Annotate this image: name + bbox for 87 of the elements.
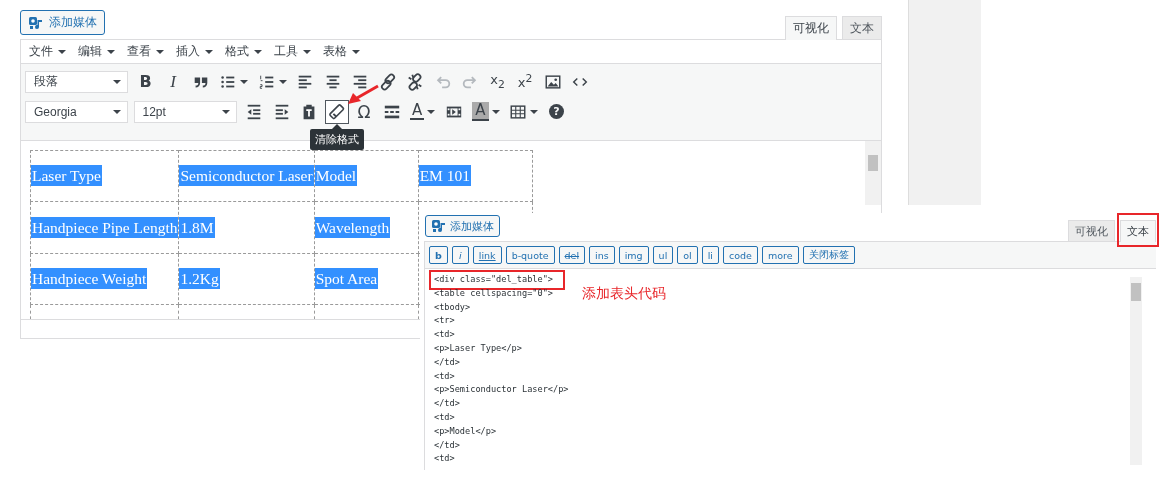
scrollbar-thumb[interactable] [868,155,878,171]
code-line: </td> [434,356,460,367]
code-line: <td> [434,329,455,340]
quicktag-button[interactable]: i [451,246,469,264]
dropdown[interactable]: Georgia [25,100,128,123]
code-line: </td> [434,439,460,450]
dropdown[interactable]: 12pt [133,100,237,123]
special-char-button[interactable]: Ω [352,99,376,124]
quicktag-button[interactable]: b [429,246,448,264]
menu-item[interactable]: 插入 [172,40,217,63]
scrollbar-thumb[interactable] [1131,283,1141,301]
scrollbar[interactable] [1130,277,1142,465]
code-textarea[interactable]: <div class="del_table"> <table cellspacing="0"> <tbody> <tr> <td> <p>Laser Type</p> </td> <td> <p>Semiconductor Laser</p> </td> <td> <p>Model</p> </td> <td> 添加表头代码 [425,269,1156,470]
background-color-button[interactable]: A [469,99,503,124]
caret-icon [113,108,121,115]
quicktag-button[interactable]: code [723,246,758,264]
quicktag-button[interactable]: 关闭标签 [802,246,855,264]
table-cell-text: Handpiece Weight [31,268,148,289]
code-line: <td> [434,453,455,464]
caret-icon [107,48,115,55]
code-line: <td> [434,370,455,381]
editor-tab[interactable]: 文本 [1120,220,1156,242]
table-cell-text: Laser Type [31,165,102,186]
table-cell-text: 1.2Kg [179,268,220,289]
image-icon [543,72,562,91]
code-line: <tr> [434,315,455,326]
caret-icon [254,48,262,55]
quicktag-button[interactable]: b-quote [505,246,555,264]
menu-item[interactable]: 查看 [123,40,168,63]
bold-button[interactable]: B [133,69,158,94]
caret-icon [205,48,213,55]
quicktag-button[interactable]: ul [652,246,674,264]
unlink-icon [406,72,424,91]
caret-icon [221,108,230,115]
quicktag-button[interactable]: link [472,246,502,264]
quicktag-button[interactable]: img [618,246,649,264]
outdent-icon [245,102,263,121]
code-line: <div class="del_table"> [434,274,553,284]
caret-icon [303,48,311,55]
caret-icon [113,78,121,85]
table-cell-text: Wavelength [314,216,391,238]
italic-button[interactable]: I [161,69,185,94]
table-cell-text: Semiconductor Laser [179,165,314,186]
clear-formatting-button[interactable] [324,99,349,124]
caret-icon [58,48,66,55]
quicktag-button[interactable]: del [558,246,586,264]
caret-icon [156,48,164,55]
media-icon [28,14,44,31]
quicktag-button[interactable]: ol [677,246,698,264]
text-color-button[interactable]: A [407,99,439,124]
quicktag-button[interactable]: li [701,246,719,264]
subscript-button[interactable]: x$_{2}$ [485,69,510,94]
menu-item[interactable]: 编辑 [74,40,119,63]
table-cell-text: Model [314,165,358,186]
menu-item[interactable]: 文件 [25,40,70,63]
editor-tab[interactable]: 文本 [842,16,882,39]
table-cell-text: Spot Area [314,268,379,289]
code-line: <p>Laser Type</p> [434,343,522,353]
quicktag-button[interactable]: more [761,246,799,264]
code-line: <td> [434,411,455,422]
link-icon [378,72,397,91]
menu-item[interactable]: 格式 [221,40,266,63]
eraser-icon [327,102,346,121]
table-icon [509,102,528,121]
table-cell-text: EM 101 [418,165,471,186]
table-cell-text: Handpiece Pipe Length [31,216,179,238]
caret-icon [352,48,360,55]
help-button[interactable]: ? [544,99,569,124]
dropdown[interactable]: 段落 [25,70,128,93]
code-line: <tbody> [434,301,471,312]
superscript-button[interactable]: x$^{2}$ [513,69,537,94]
table-cell-text: 1.8M [179,216,215,238]
add-media-button[interactable]: 添加媒体 [20,10,105,35]
code-line: </td> [434,398,460,409]
annotation-text: 添加表头代码 [582,285,666,303]
media-icon [431,218,447,234]
quicktag-button[interactable]: ins [589,246,615,264]
scrollbar[interactable] [865,141,881,205]
menu-item[interactable]: 表格 [319,40,364,63]
arrow-annotation [348,84,380,106]
add-media-button[interactable]: 添加媒体 [425,215,500,237]
code-line: <p>Model</p> [434,425,497,436]
code-line: <table cellspacing="0"> [434,287,553,298]
editor-tab[interactable]: 可视化 [1068,220,1115,241]
editor-tab[interactable]: 可视化 [785,16,837,40]
code-line: <p>Semiconductor Laser</p> [434,384,569,395]
menu-item[interactable]: 工具 [270,40,315,63]
